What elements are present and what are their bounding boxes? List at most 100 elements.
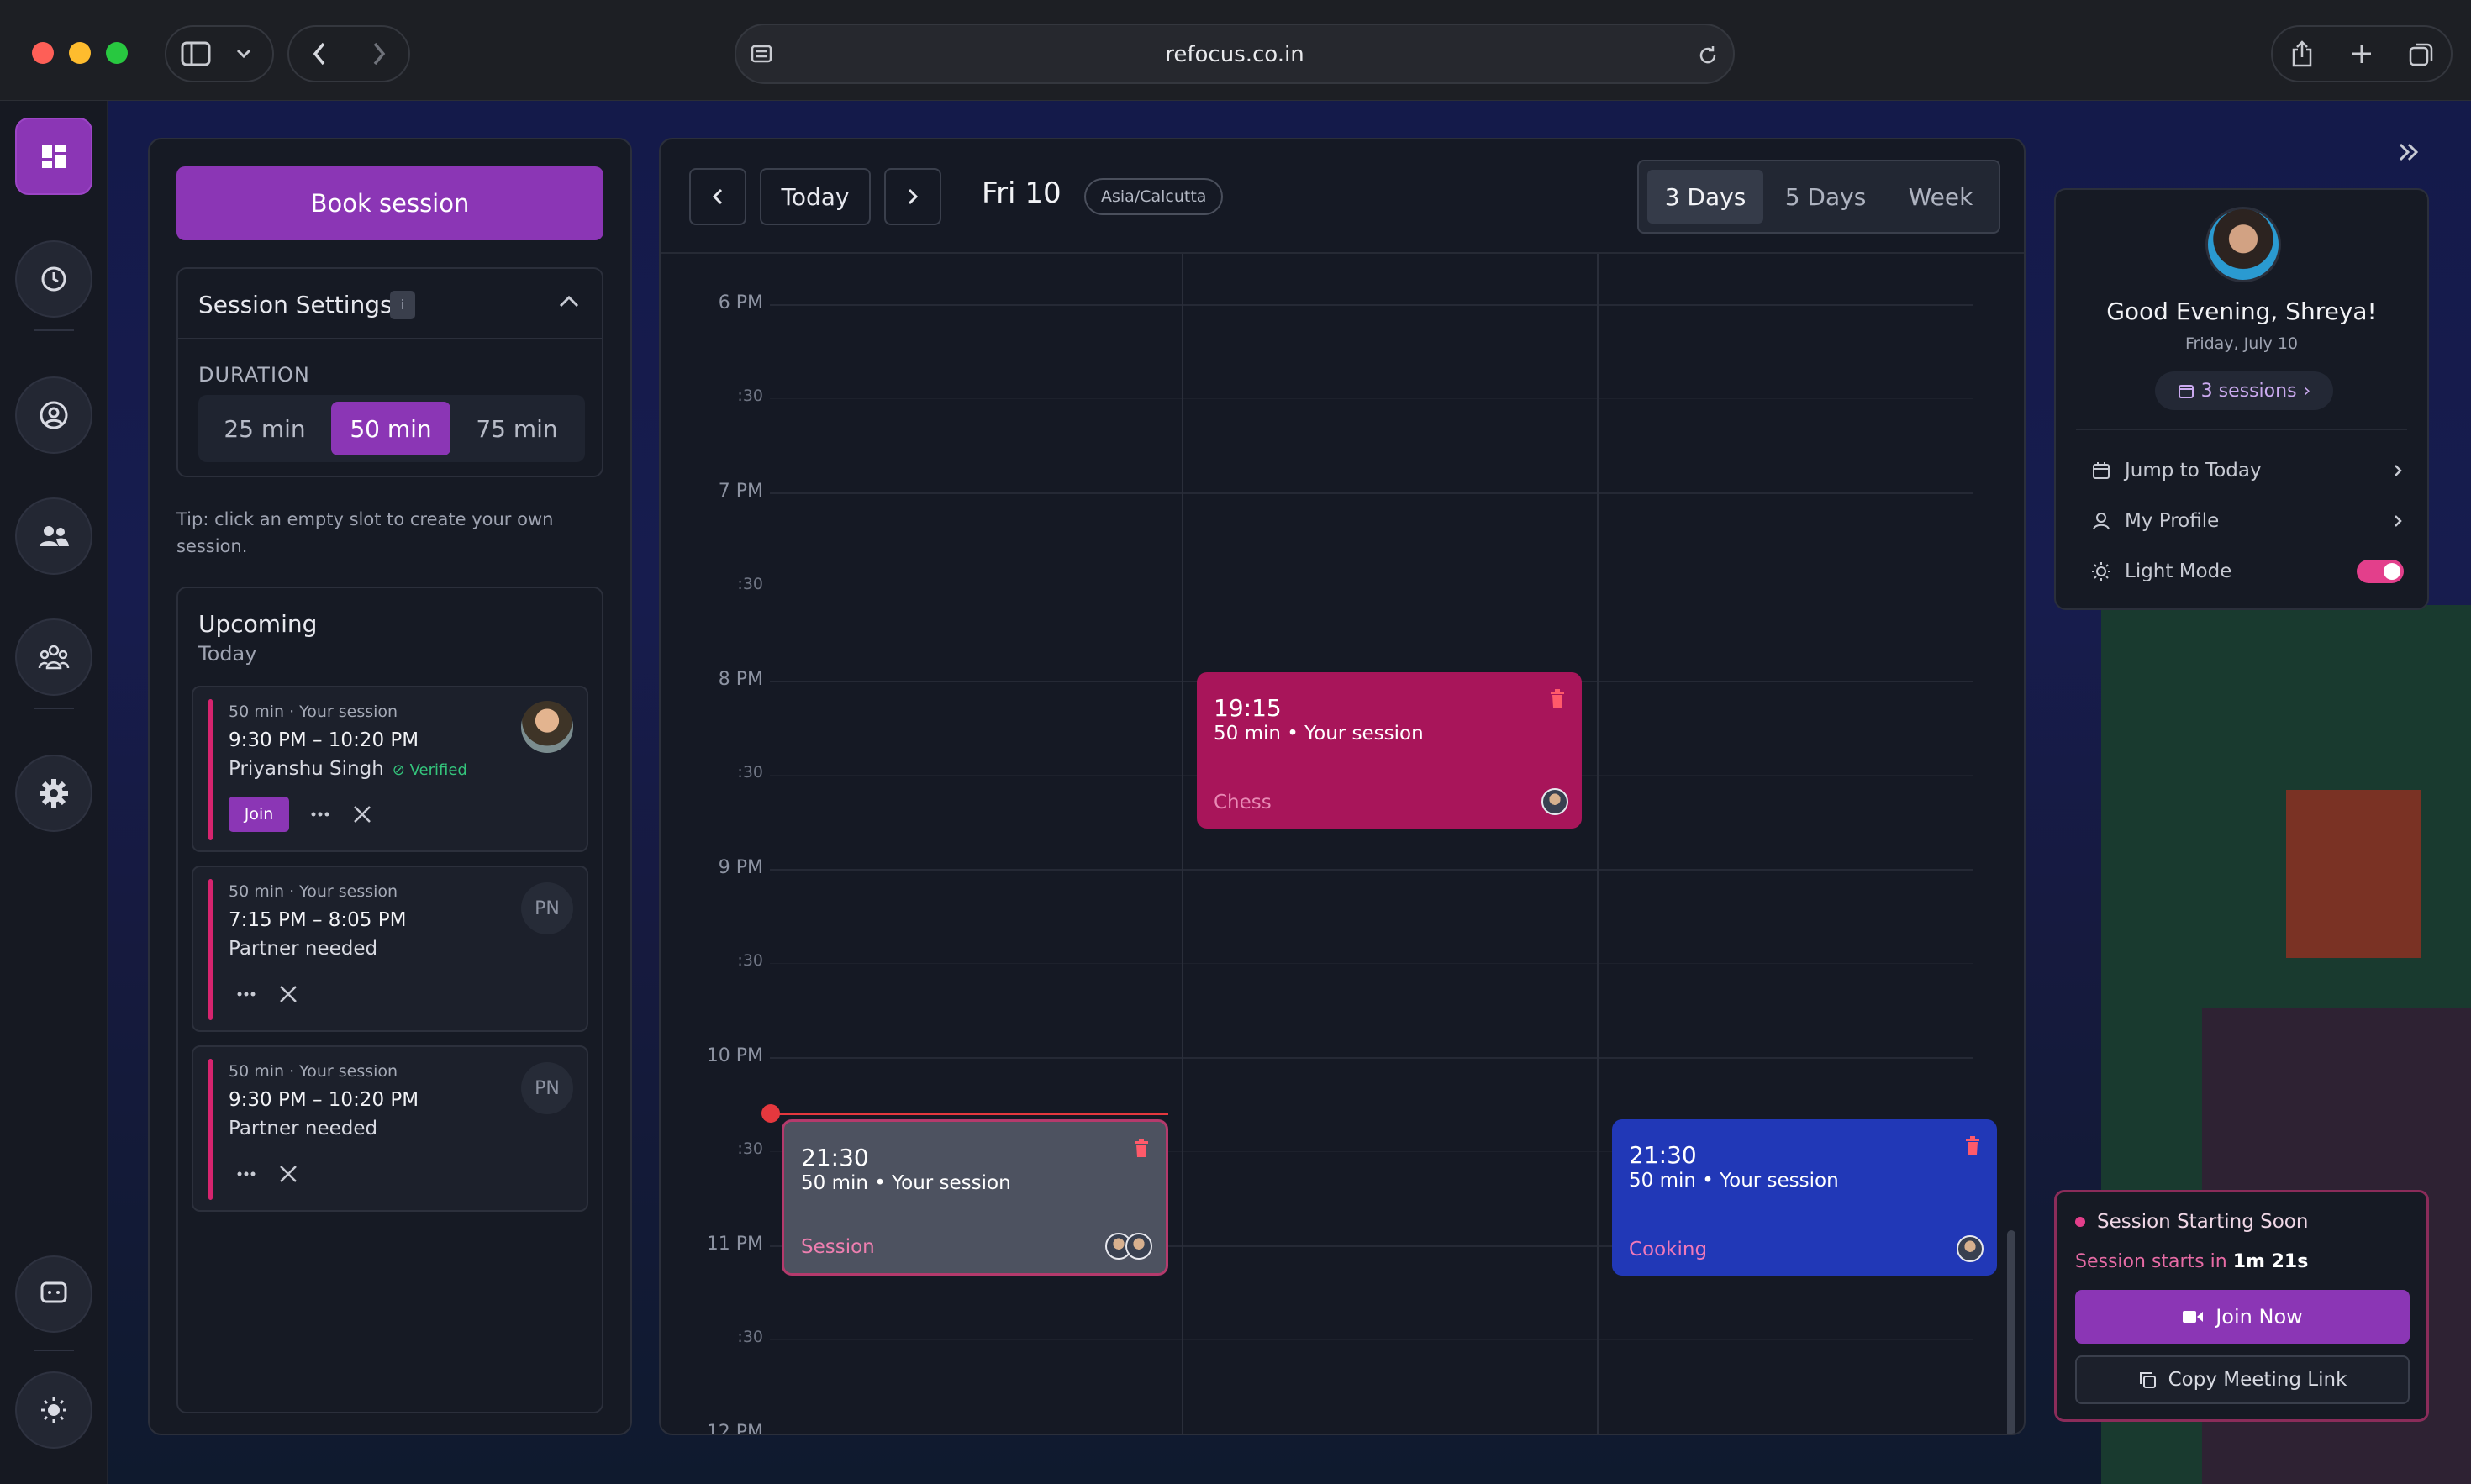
- calendar-scrollbar[interactable]: [2007, 1230, 2015, 1434]
- join-now-button[interactable]: Join Now: [2075, 1290, 2410, 1344]
- previous-day-button[interactable]: [689, 168, 746, 225]
- calendar-event-session[interactable]: 21:30 50 min • Your session Session: [782, 1119, 1168, 1276]
- verified-label: Verified: [409, 761, 467, 779]
- join-button[interactable]: Join: [229, 797, 289, 832]
- user-avatar[interactable]: [2205, 207, 2281, 282]
- current-time-dot: [761, 1104, 780, 1123]
- close-icon[interactable]: [351, 803, 373, 829]
- session-settings-header[interactable]: Session Settings i: [178, 269, 602, 339]
- session-time: 9:30 PM – 10:20 PM: [229, 729, 419, 751]
- upcoming-session-card[interactable]: 50 min · Your session 9:30 PM – 10:20 PM…: [192, 1045, 588, 1212]
- more-options-icon[interactable]: [309, 803, 331, 829]
- chevron-down-icon[interactable]: [225, 27, 262, 81]
- zoom-window-button[interactable]: [106, 42, 128, 64]
- half-hour-line: [770, 398, 1973, 399]
- time-label: :30: [737, 1139, 763, 1158]
- time-label: :30: [737, 575, 763, 593]
- session-countdown-text: Session starts in 1m 21s: [2075, 1251, 2308, 1272]
- minimize-window-button[interactable]: [69, 42, 91, 64]
- next-day-button[interactable]: [884, 168, 941, 225]
- participant-avatar: [1125, 1233, 1152, 1260]
- calendar-event-cooking[interactable]: 21:30 50 min • Your session Cooking: [1612, 1119, 1997, 1276]
- chevron-up-icon[interactable]: [558, 294, 580, 313]
- view-3-days-option[interactable]: 3 Days: [1647, 170, 1763, 224]
- jump-to-today-item[interactable]: Jump to Today: [2091, 454, 2404, 487]
- view-week-option[interactable]: Week: [1888, 170, 1994, 224]
- dashboard-nav-button[interactable]: [15, 118, 92, 195]
- event-description: 50 min • Your session: [1214, 723, 1424, 745]
- back-icon[interactable]: [289, 27, 349, 81]
- feedback-nav-button[interactable]: [15, 1255, 92, 1333]
- more-options-icon[interactable]: [235, 983, 257, 1008]
- info-badge[interactable]: i: [390, 291, 415, 319]
- current-date-title: Fri 10: [982, 176, 1062, 210]
- trash-icon[interactable]: [1550, 689, 1565, 711]
- half-hour-line: [770, 963, 1973, 964]
- session-settings-panel: Session Settings i DURATION 25 min 50 mi…: [176, 267, 603, 477]
- partners-nav-button[interactable]: [15, 497, 92, 575]
- view-5-days-option[interactable]: 5 Days: [1767, 170, 1884, 224]
- my-profile-item[interactable]: My Profile: [2091, 504, 2404, 538]
- duration-50-option[interactable]: 50 min: [331, 402, 450, 455]
- more-options-icon[interactable]: [235, 1163, 257, 1188]
- hour-line: [770, 869, 1973, 871]
- history-nav-button[interactable]: [15, 240, 92, 318]
- duration-label: DURATION: [198, 363, 310, 387]
- reload-icon[interactable]: [1696, 44, 1720, 71]
- duration-75-option[interactable]: 75 min: [457, 402, 577, 455]
- forward-icon[interactable]: [349, 27, 408, 81]
- countdown-value: 1m 21s: [2232, 1251, 2309, 1272]
- close-icon[interactable]: [277, 1163, 299, 1188]
- profile-card: Good Evening, Shreya! Friday, July 10 3 …: [2054, 188, 2429, 610]
- time-label: :30: [737, 1328, 763, 1346]
- calendar-event-chess[interactable]: 19:15 50 min • Your session Chess: [1197, 672, 1582, 829]
- light-mode-item[interactable]: Light Mode: [2091, 555, 2404, 588]
- sidebar-toggle-icon[interactable]: [166, 27, 225, 81]
- upcoming-session-card[interactable]: 50 min · Your session 9:30 PM – 10:20 PM…: [192, 686, 588, 852]
- jump-to-today-label: Jump to Today: [2125, 460, 2262, 482]
- time-label: 7 PM: [718, 481, 763, 502]
- settings-nav-button[interactable]: [15, 755, 92, 832]
- duration-25-option[interactable]: 25 min: [205, 402, 324, 455]
- expand-panel-icon[interactable]: [2397, 141, 2421, 166]
- time-label: 10 PM: [706, 1045, 763, 1066]
- light-mode-toggle[interactable]: [2357, 560, 2404, 583]
- today-button[interactable]: Today: [760, 168, 871, 225]
- current-time-line: [770, 1113, 1168, 1115]
- event-time: 21:30: [801, 1144, 869, 1171]
- sessions-count-pill[interactable]: 3 sessions ›: [2155, 371, 2333, 410]
- event-description: 50 min • Your session: [801, 1172, 1011, 1194]
- trash-icon[interactable]: [1965, 1136, 1980, 1158]
- share-icon[interactable]: [2273, 27, 2332, 81]
- clock-icon: [41, 266, 66, 292]
- hour-line: [770, 304, 1973, 306]
- calendar-grid[interactable]: 6 PM:30 7 PM:30 8 PM:30 9 PM:30 10 PM:30 11 P…: [661, 254, 2024, 1435]
- close-window-button[interactable]: [32, 42, 54, 64]
- theme-toggle-button[interactable]: [15, 1371, 92, 1449]
- community-nav-button[interactable]: [15, 618, 92, 696]
- copy-icon: [2139, 1372, 2156, 1388]
- book-session-button[interactable]: Book session: [176, 166, 603, 240]
- app-nav-rail: [0, 101, 108, 1484]
- chevron-left-icon: [712, 188, 723, 205]
- timezone-pill[interactable]: Asia/Calcutta: [1084, 178, 1224, 215]
- session-accent-bar: [208, 879, 213, 1020]
- new-tab-icon[interactable]: [2332, 27, 2392, 81]
- profile-nav-button[interactable]: [15, 376, 92, 454]
- check-circle-icon: ⊘: [392, 761, 405, 779]
- profile-divider: [2076, 429, 2407, 430]
- tab-overview-icon[interactable]: [2391, 27, 2451, 81]
- trash-icon[interactable]: [1134, 1139, 1149, 1160]
- hour-line: [770, 492, 1973, 494]
- window-actions-group: [2271, 25, 2453, 82]
- copy-meeting-link-button[interactable]: Copy Meeting Link: [2075, 1355, 2410, 1404]
- group-icon: [38, 645, 70, 670]
- copy-meeting-link-label: Copy Meeting Link: [2168, 1369, 2347, 1391]
- address-bar[interactable]: refocus.co.in: [735, 24, 1735, 84]
- user-circle-icon: [40, 401, 68, 429]
- day-column-divider: [1597, 254, 1599, 1434]
- close-icon[interactable]: [277, 983, 299, 1008]
- upcoming-session-card[interactable]: 50 min · Your session 7:15 PM – 8:05 PM …: [192, 866, 588, 1032]
- hour-line: [770, 1434, 1973, 1435]
- participant-avatar: [1541, 788, 1568, 815]
